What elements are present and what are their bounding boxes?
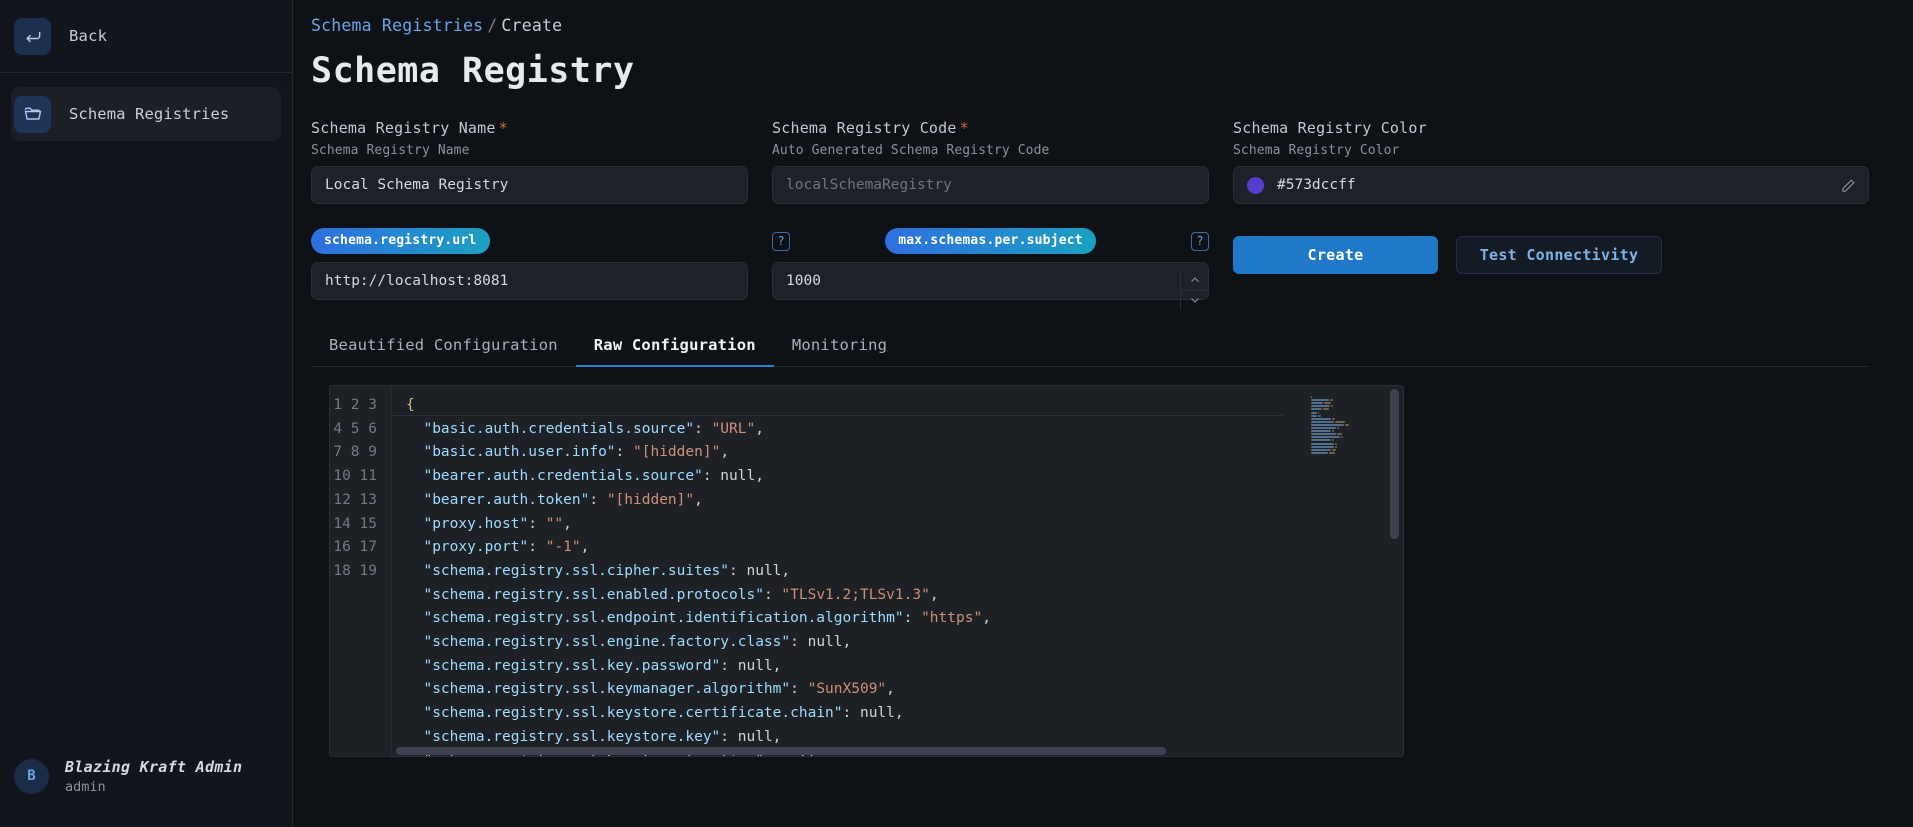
required-marker: *: [959, 119, 969, 137]
sidebar-item-label: Schema Registries: [69, 105, 230, 123]
stepper-up-icon[interactable]: [1181, 271, 1208, 291]
field-hint: Schema Registry Name: [311, 143, 470, 158]
user-profile[interactable]: B Blazing Kraft Admin admin: [0, 747, 292, 827]
sidebar-item-schema-registries[interactable]: Schema Registries: [11, 87, 281, 141]
user-info: Blazing Kraft Admin admin: [65, 758, 242, 795]
number-input-wrapper: 1000: [772, 262, 1209, 309]
back-arrow-icon: [14, 17, 51, 55]
editor-code[interactable]: { "basic.auth.credentials.source": "URL"…: [392, 386, 1403, 756]
breadcrumb-link-schema-registries[interactable]: Schema Registries: [311, 16, 483, 35]
app-root: Back Schema Registries B Blazing Kraft A…: [0, 0, 1913, 827]
color-swatch: [1247, 176, 1264, 194]
schema-registry-url-input[interactable]: http://localhost:8081: [311, 262, 748, 300]
tab-beautified-configuration[interactable]: Beautified Configuration: [311, 336, 576, 367]
editor-minimap[interactable]: [1308, 394, 1378, 456]
field-label-text: Schema Registry Code: [772, 119, 957, 137]
create-button[interactable]: Create: [1233, 236, 1438, 274]
schema-registry-code-input[interactable]: localSchemaRegistry: [772, 166, 1209, 204]
user-name: Blazing Kraft Admin: [65, 757, 243, 776]
scrollbar-thumb[interactable]: [1390, 389, 1399, 539]
raw-configuration-editor[interactable]: 1 2 3 4 5 6 7 8 9 10 11 12 13 14 15 16 1…: [329, 385, 1404, 757]
field-schema-registry-name: Schema Registry Name * Schema Registry Na…: [311, 119, 748, 204]
action-buttons: Create Test Connectivity: [1233, 236, 1869, 300]
field-label: Schema Registry Name *: [311, 119, 748, 137]
help-icon-max-schemas-per-subject[interactable]: ?: [1191, 231, 1209, 251]
schema-registry-color-input[interactable]: #573dccff: [1233, 166, 1869, 204]
property-schema-registry-url: schema.registry.url http://localhost:808…: [311, 228, 748, 300]
breadcrumb-current: Create: [501, 16, 563, 35]
avatar: B: [14, 758, 49, 794]
page-title: Schema Registry: [311, 51, 635, 91]
color-value: #573dccff: [1277, 177, 1356, 193]
required-marker: *: [498, 119, 508, 137]
user-role: admin: [65, 778, 106, 795]
form-fields: Schema Registry Name * Schema Registry Na…: [311, 119, 1869, 204]
field-label-text: Schema Registry Name: [311, 119, 496, 137]
chip-row: schema.registry.url: [311, 228, 748, 254]
field-hint: Auto Generated Schema Registry Code: [772, 143, 1050, 158]
sidebar: Back Schema Registries B Blazing Kraft A…: [0, 0, 293, 827]
property-chip: schema.registry.url: [311, 228, 490, 254]
field-schema-registry-color: Schema Registry Color Schema Registry Co…: [1233, 119, 1869, 204]
number-spinner: [1180, 271, 1208, 309]
field-label: Schema Registry Color: [1233, 119, 1427, 137]
config-tabs: Beautified Configuration Raw Configurati…: [311, 336, 1869, 367]
test-connectivity-button[interactable]: Test Connectivity: [1456, 236, 1662, 274]
back-label: Back: [69, 27, 108, 45]
stepper-down-icon[interactable]: [1181, 291, 1208, 310]
pencil-icon[interactable]: [1841, 178, 1856, 193]
sidebar-nav: Schema Registries: [0, 73, 292, 747]
scrollbar-thumb-horizontal[interactable]: [396, 747, 1166, 755]
field-label: Schema Registry Code *: [772, 119, 1209, 137]
editor-line-numbers: 1 2 3 4 5 6 7 8 9 10 11 12 13 14 15 16 1…: [330, 386, 392, 756]
tab-monitoring[interactable]: Monitoring: [774, 336, 905, 367]
breadcrumb: Schema Registries / Create: [311, 10, 1869, 35]
main-content: Schema Registries / Create Schema Registry…: [293, 0, 1913, 827]
field-schema-registry-code: Schema Registry Code * Auto Generated Sch…: [772, 119, 1209, 204]
breadcrumb-separator: /: [487, 16, 498, 35]
connection-properties: schema.registry.url http://localhost:808…: [311, 228, 1869, 309]
editor-vertical-scrollbar[interactable]: [1390, 387, 1401, 756]
help-icon-schema-registry-url[interactable]: ?: [772, 231, 790, 251]
property-chip: max.schemas.per.subject: [885, 228, 1096, 254]
property-max-schemas-per-subject: ? max.schemas.per.subject ? 1000: [772, 228, 1209, 309]
editor-current-line-border: [392, 415, 1283, 416]
chip-row: ? max.schemas.per.subject ?: [772, 228, 1209, 254]
back-button[interactable]: Back: [0, 0, 292, 73]
max-schemas-per-subject-input[interactable]: 1000: [772, 262, 1209, 300]
field-hint: Schema Registry Color: [1233, 143, 1400, 158]
schema-registry-name-input[interactable]: Local Schema Registry: [311, 166, 748, 204]
tab-raw-configuration[interactable]: Raw Configuration: [575, 336, 774, 367]
folder-icon: [14, 95, 51, 133]
